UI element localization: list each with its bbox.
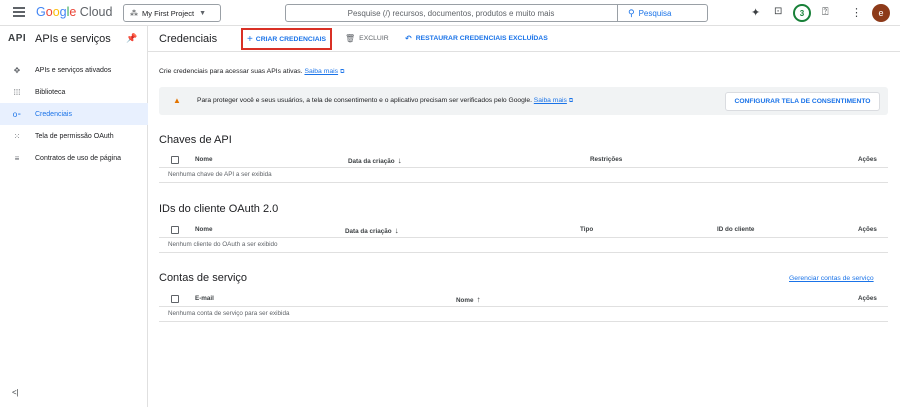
column-name[interactable]: Nome ↑ bbox=[456, 295, 481, 304]
more-options-icon[interactable]: ⋮ bbox=[851, 6, 862, 19]
api-keys-title: Chaves de API bbox=[159, 134, 232, 146]
consent-icon: ⁙ bbox=[13, 131, 21, 141]
consent-warning-banner: ▲ Para proteger você e seus usuários, a … bbox=[159, 87, 888, 115]
key-icon: o⁃ bbox=[12, 109, 22, 119]
google-cloud-logo[interactable]: Google Cloud bbox=[36, 5, 112, 19]
project-icon: ⁂ bbox=[130, 8, 138, 18]
service-accounts-title: Contas de serviço bbox=[159, 272, 248, 284]
trash-icon: 🗑 bbox=[345, 34, 356, 43]
banner-message: Para proteger você e seus usuários, a te… bbox=[197, 97, 532, 104]
agreements-icon: ≡ bbox=[14, 153, 20, 163]
sidebar-item-page-agreements[interactable]: ≡ Contratos de uso de página bbox=[0, 147, 148, 169]
empty-message: Nenhuma chave de API a ser exibida bbox=[168, 171, 272, 178]
notifications-badge[interactable]: 3 bbox=[793, 4, 811, 22]
account-avatar[interactable]: e bbox=[872, 4, 890, 22]
column-actions: Ações bbox=[858, 295, 877, 302]
column-restrictions[interactable]: Restrições bbox=[590, 156, 622, 163]
main-menu-icon[interactable] bbox=[13, 7, 25, 19]
configure-consent-screen-button[interactable]: CONFIGURAR TELA DE CONSENTIMENTO bbox=[725, 92, 880, 111]
main-content: Credenciais + CRIAR CREDENCIAIS 🗑 EXCLUI… bbox=[148, 26, 900, 407]
sort-arrow-down-icon: ↓ bbox=[394, 226, 399, 235]
collapse-sidebar-icon[interactable]: <| bbox=[12, 388, 19, 397]
column-name[interactable]: Nome bbox=[195, 156, 213, 163]
sidebar-item-credentials[interactable]: o⁃ Credenciais bbox=[0, 103, 148, 125]
sort-arrow-down-icon: ↓ bbox=[397, 156, 402, 165]
select-all-checkbox[interactable] bbox=[171, 226, 179, 234]
restore-deleted-credentials-button[interactable]: ↶ RESTAURAR CREDENCIAIS EXCLUÍDAS bbox=[405, 34, 548, 43]
intro-text: Crie credenciais para acessar suas APIs … bbox=[159, 68, 345, 75]
select-all-checkbox[interactable] bbox=[171, 295, 179, 303]
project-selector[interactable]: ⁂ My First Project ▼ bbox=[123, 4, 221, 22]
column-actions: Ações bbox=[858, 156, 877, 163]
library-icon: ⁞⁞⁞ bbox=[13, 87, 21, 97]
cloud-shell-icon[interactable]: ⊡ bbox=[774, 6, 782, 17]
table-header: E-mail Nome ↑ Ações bbox=[159, 292, 888, 307]
column-email[interactable]: E-mail bbox=[195, 295, 214, 302]
sort-arrow-up-icon: ↑ bbox=[476, 295, 481, 304]
empty-message: Nenhum cliente do OAuth a ser exibido bbox=[168, 241, 278, 248]
column-name[interactable]: Nome bbox=[195, 226, 213, 233]
restore-icon: ↶ bbox=[405, 34, 412, 43]
top-bar: Google Cloud ⁂ My First Project ▼ Pesqui… bbox=[0, 0, 900, 26]
empty-message: Nenhuma conta de serviço para ser exibid… bbox=[168, 310, 290, 317]
column-actions: Ações bbox=[858, 226, 877, 233]
oauth-clients-title: IDs do cliente OAuth 2.0 bbox=[159, 203, 279, 215]
apis-icon: ✥ bbox=[13, 65, 21, 75]
banner-learn-more-link[interactable]: Saiba mais bbox=[534, 97, 567, 104]
sidebar-item-oauth-consent[interactable]: ⁙ Tela de permissão OAuth bbox=[0, 125, 148, 147]
plus-icon: + bbox=[246, 33, 253, 45]
pin-icon[interactable]: 📌 bbox=[126, 33, 137, 44]
sidebar-item-enabled-apis[interactable]: ✥ APIs e serviços ativados bbox=[0, 59, 148, 81]
action-bar: Credenciais + CRIAR CREDENCIAIS 🗑 EXCLUI… bbox=[148, 26, 900, 52]
help-icon[interactable]: ⍰ bbox=[822, 6, 829, 19]
create-credentials-button[interactable]: + CRIAR CREDENCIAIS bbox=[241, 28, 332, 50]
project-name: My First Project bbox=[142, 8, 195, 18]
column-created[interactable]: Data da criação ↓ bbox=[348, 156, 402, 165]
caret-down-icon: ▼ bbox=[199, 9, 207, 17]
manage-service-accounts-link[interactable]: Gerenciar contas de serviço bbox=[789, 275, 874, 282]
table-header: Nome Data da criação ↓ Restrições Ações bbox=[159, 153, 888, 168]
gemini-sparkle-icon[interactable]: ✦ bbox=[751, 6, 760, 19]
select-all-checkbox[interactable] bbox=[171, 156, 179, 164]
search-button[interactable]: ⚲ Pesquisa bbox=[617, 5, 708, 21]
table-row: Nenhuma chave de API a ser exibida bbox=[159, 168, 888, 183]
sidebar-title: APIs e serviços bbox=[35, 33, 111, 45]
warning-icon: ▲ bbox=[173, 96, 181, 105]
external-link-icon: ⧉ bbox=[568, 98, 574, 104]
sidebar: API APIs e serviços 📌 ✥ APIs e serviços … bbox=[0, 26, 148, 407]
sidebar-header: API APIs e serviços 📌 bbox=[0, 26, 148, 52]
column-client-id[interactable]: ID do cliente bbox=[717, 226, 754, 233]
api-logo-icon: API bbox=[8, 33, 27, 44]
search-icon: ⚲ bbox=[628, 7, 635, 18]
search-input[interactable]: Pesquise (/) recursos, documentos, produ… bbox=[286, 9, 616, 18]
table-row: Nenhuma conta de serviço para ser exibid… bbox=[159, 307, 888, 322]
table-row: Nenhum cliente do OAuth a ser exibido bbox=[159, 238, 888, 253]
sidebar-item-library[interactable]: ⁞⁞⁞ Biblioteca bbox=[0, 81, 148, 103]
delete-button[interactable]: 🗑 EXCLUIR bbox=[345, 34, 389, 43]
learn-more-link[interactable]: Saiba mais bbox=[304, 68, 338, 75]
table-header: Nome Data da criação ↓ Tipo ID do cliente… bbox=[159, 223, 888, 238]
search-bar[interactable]: Pesquise (/) recursos, documentos, produ… bbox=[285, 4, 708, 22]
page-title: Credenciais bbox=[159, 33, 218, 45]
column-created[interactable]: Data da criação ↓ bbox=[345, 226, 399, 235]
external-link-icon: ⧉ bbox=[340, 69, 345, 75]
column-type[interactable]: Tipo bbox=[580, 226, 593, 233]
